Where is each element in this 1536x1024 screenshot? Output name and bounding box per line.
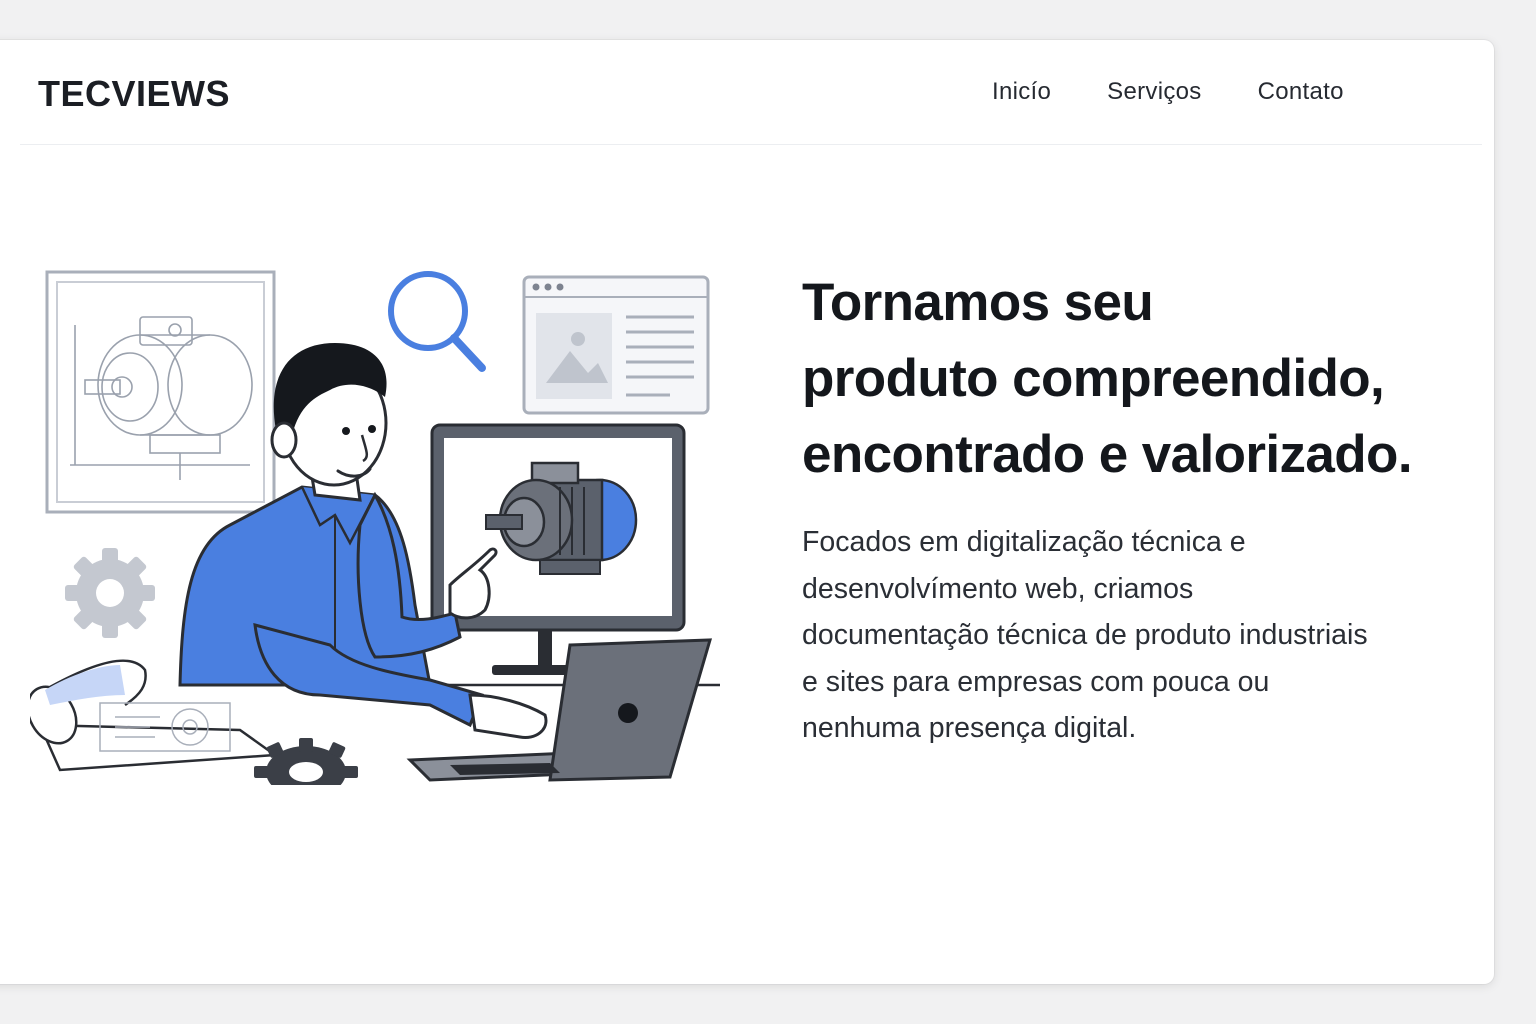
hero-title-line: Tornamos seu	[802, 273, 1154, 332]
hero-description-line: desenvolvímento web, criamos	[802, 572, 1194, 605]
blueprint-frame	[45, 270, 276, 514]
hero-text: Tornamos seu produto compreendido, encon…	[802, 265, 1462, 752]
nav-link-inicio[interactable]: Inicío	[992, 78, 1051, 106]
main-nav: Inicío Serviços Contato	[992, 78, 1344, 106]
nav-link-contato[interactable]: Contato	[1258, 78, 1344, 106]
hero-description: Focados em digitalização técnica e desen…	[802, 519, 1442, 752]
browser-wireframe	[522, 275, 710, 415]
hero-title-line: encontrado e valorizado.	[802, 425, 1413, 484]
hero-description-line: documentação técnica de produto industri…	[802, 619, 1368, 651]
hero-title-line: produto compreendido,	[802, 349, 1385, 408]
nav-link-servicos[interactable]: Serviços	[1107, 78, 1201, 106]
gear-icon-dark	[254, 738, 358, 785]
hero-title: Tornamos seu produto compreendido, encon…	[802, 265, 1462, 493]
hero-description-line: e sites para empresas com pouca ou	[802, 665, 1270, 698]
gear-icon	[65, 548, 155, 638]
site-header: TECVIEWS Inicío Serviços Contato	[20, 40, 1482, 145]
browser-window: TECVIEWS Inicío Serviços Contato Tornamo…	[0, 40, 1494, 984]
monitor	[430, 423, 686, 675]
hero-description-line: Focados em digitalização técnica e	[802, 526, 1246, 558]
hero-illustration	[30, 270, 720, 785]
site-logo[interactable]: TECVIEWS	[38, 73, 230, 115]
search-icon	[388, 271, 486, 372]
hero-description-line: nenhuma presença digital.	[802, 712, 1137, 744]
